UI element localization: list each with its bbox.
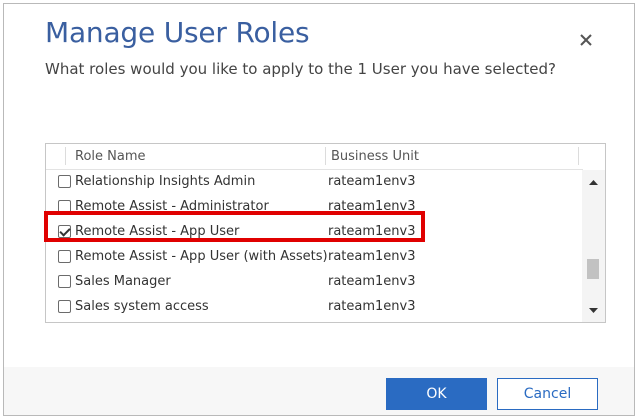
dialog-subtitle: What roles would you like to apply to th… xyxy=(45,60,556,78)
scroll-up-button[interactable] xyxy=(582,174,605,191)
column-separator[interactable] xyxy=(325,147,326,165)
role-name: Remote Assist - App User xyxy=(75,224,240,239)
dialog-footer: OK Cancel xyxy=(4,367,634,415)
table-row[interactable]: Relationship Insights Admin rateam1env3 xyxy=(46,170,583,195)
manage-user-roles-dialog: Manage User Roles What roles would you l… xyxy=(3,3,635,416)
role-name: Relationship Insights Admin xyxy=(75,174,256,189)
close-icon xyxy=(580,34,592,46)
business-unit: rateam1env3 xyxy=(328,174,416,189)
column-separator[interactable] xyxy=(578,147,579,165)
table-row[interactable]: Remote Assist - App User (with Assets) r… xyxy=(46,245,583,270)
ok-button[interactable]: OK xyxy=(386,378,487,410)
arrow-down-icon xyxy=(589,308,598,313)
roles-list: Role Name Business Unit Relationship Ins… xyxy=(45,143,606,323)
role-checkbox[interactable] xyxy=(58,275,71,288)
table-row[interactable]: Sales Manager rateam1env3 xyxy=(46,270,583,295)
table-row[interactable]: Remote Assist - App User rateam1env3 xyxy=(46,220,583,245)
cancel-button[interactable]: Cancel xyxy=(497,378,598,410)
role-checkbox[interactable] xyxy=(58,300,71,313)
role-name: Sales system access xyxy=(75,299,209,314)
business-unit: rateam1env3 xyxy=(328,224,416,239)
column-separator[interactable] xyxy=(65,147,66,165)
arrow-up-icon xyxy=(589,180,598,185)
column-header-business-unit[interactable]: Business Unit xyxy=(331,149,419,164)
dialog-title: Manage User Roles xyxy=(45,16,310,49)
role-checkbox[interactable] xyxy=(58,175,71,188)
business-unit: rateam1env3 xyxy=(328,199,416,214)
role-name: Remote Assist - App User (with Assets) xyxy=(75,249,328,264)
column-header-role-name[interactable]: Role Name xyxy=(75,149,146,164)
business-unit: rateam1env3 xyxy=(328,249,416,264)
rows-container: Relationship Insights Admin rateam1env3 … xyxy=(46,170,583,320)
business-unit: rateam1env3 xyxy=(328,299,416,314)
table-row[interactable]: Remote Assist - Administrator rateam1env… xyxy=(46,195,583,220)
table-header: Role Name Business Unit xyxy=(46,144,583,170)
vertical-scrollbar[interactable] xyxy=(582,170,605,322)
role-checkbox-checked[interactable] xyxy=(58,225,71,238)
role-checkbox[interactable] xyxy=(58,250,71,263)
role-name: Sales Manager xyxy=(75,274,171,289)
business-unit: rateam1env3 xyxy=(328,274,416,289)
checkmark-icon xyxy=(59,225,71,237)
close-button[interactable] xyxy=(574,28,598,52)
table-row[interactable]: Sales system access rateam1env3 xyxy=(46,295,583,320)
role-name: Remote Assist - Administrator xyxy=(75,199,269,214)
scroll-thumb[interactable] xyxy=(587,259,599,279)
role-checkbox[interactable] xyxy=(58,200,71,213)
scroll-down-button[interactable] xyxy=(582,302,605,319)
